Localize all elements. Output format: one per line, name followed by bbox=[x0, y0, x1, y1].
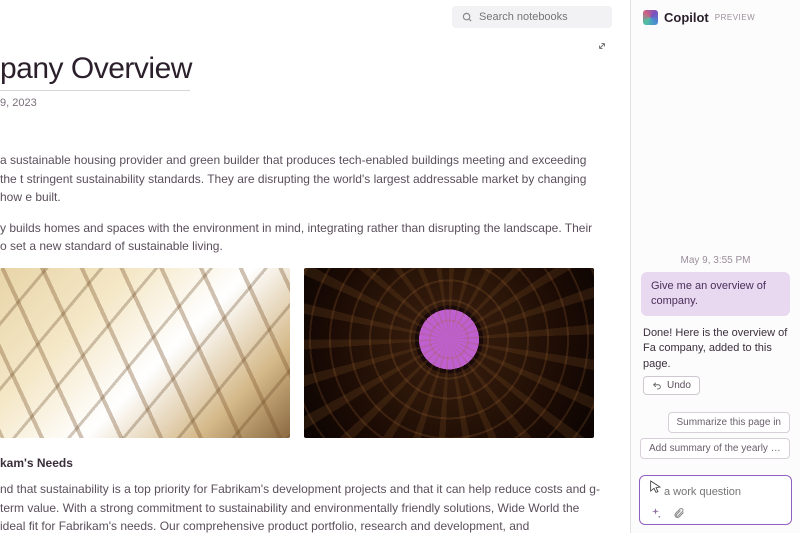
chat-thread: May 9, 3:55 PM Give me an overview of co… bbox=[631, 31, 800, 475]
search-input[interactable] bbox=[479, 11, 602, 23]
suggestion-chip[interactable]: Summarize this page in bbox=[668, 412, 791, 433]
assistant-message-text: Done! Here is the overview of Fa company… bbox=[643, 327, 787, 370]
copilot-panel: Copilot PREVIEW May 9, 3:55 PM Give me a… bbox=[630, 0, 800, 533]
section-heading: kam's Needs bbox=[0, 456, 612, 470]
page-title: pany Overview bbox=[0, 52, 612, 86]
expand-icon[interactable] bbox=[596, 40, 608, 52]
copilot-title: Copilot bbox=[664, 10, 709, 25]
search-container bbox=[452, 6, 612, 28]
composer-toolbar bbox=[648, 506, 783, 520]
chat-timestamp: May 9, 3:55 PM bbox=[641, 255, 790, 266]
document-body: pany Overview 9, 2023 a sustainable hous… bbox=[0, 0, 612, 533]
undo-icon bbox=[652, 381, 662, 391]
chat-spacer bbox=[641, 39, 790, 255]
attachment-icon[interactable] bbox=[672, 506, 686, 520]
page-date: 9, 2023 bbox=[0, 97, 612, 109]
copilot-logo-icon bbox=[643, 10, 658, 25]
assistant-message: Done! Here is the overview of Fa company… bbox=[641, 326, 790, 402]
user-message: Give me an overview of company. bbox=[641, 272, 790, 316]
undo-button[interactable]: Undo bbox=[643, 376, 700, 395]
title-rule bbox=[0, 90, 190, 91]
suggestion-chip[interactable]: Add summary of the yearly financial bbox=[640, 438, 790, 459]
composer[interactable] bbox=[639, 475, 792, 525]
sparkle-icon[interactable] bbox=[648, 506, 662, 520]
search-icon bbox=[462, 12, 473, 23]
image-spiral-dome bbox=[304, 268, 594, 438]
paragraph: a sustainable housing provider and green… bbox=[0, 151, 600, 207]
search-box[interactable] bbox=[452, 6, 612, 28]
paragraph: nd that sustainability is a top priority… bbox=[0, 480, 600, 533]
undo-label: Undo bbox=[667, 380, 691, 391]
preview-badge: PREVIEW bbox=[715, 13, 755, 22]
paragraph: y builds homes and spaces with the envir… bbox=[0, 219, 600, 256]
app-root: pany Overview 9, 2023 a sustainable hous… bbox=[0, 0, 800, 533]
composer-input[interactable] bbox=[648, 486, 783, 498]
main-pane: pany Overview 9, 2023 a sustainable hous… bbox=[0, 0, 630, 533]
suggestion-list: Summarize this page in Add summary of th… bbox=[641, 412, 790, 459]
copilot-header: Copilot PREVIEW bbox=[631, 0, 800, 31]
image-row bbox=[0, 268, 612, 438]
image-wood-structure bbox=[0, 268, 290, 438]
